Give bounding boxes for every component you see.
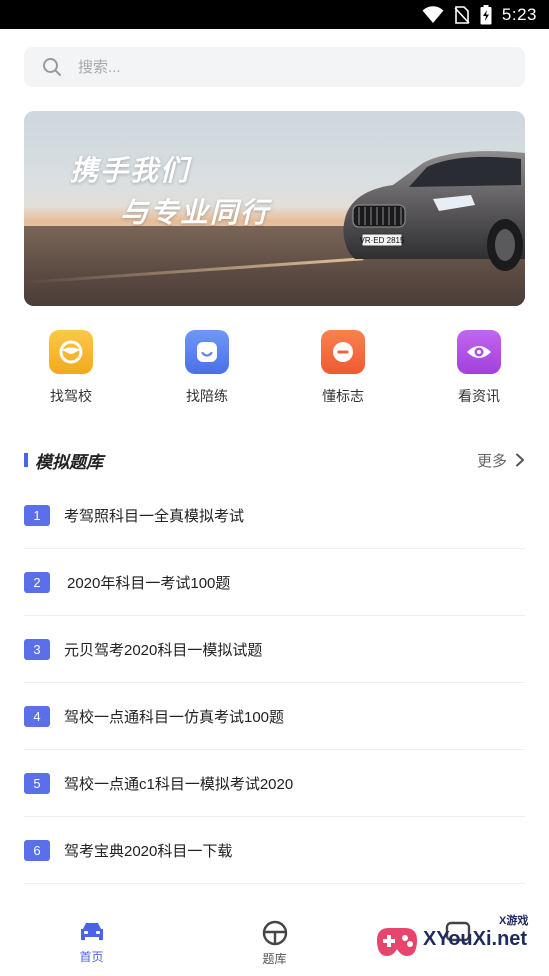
section-title: 模拟题库	[35, 452, 103, 472]
quick-traffic-signs[interactable]: 懂标志	[308, 330, 378, 406]
steering-wheel-icon	[49, 330, 93, 374]
rank-badge: 3	[24, 638, 50, 660]
tab-label: 题库	[262, 952, 287, 966]
quick-find-driving-school[interactable]: 找驾校	[36, 330, 106, 406]
banner-slogan-line2: 与专业同行	[120, 197, 271, 228]
tab-label: 首页	[79, 950, 104, 964]
site-watermark: X游戏 XYouXi.net	[371, 912, 541, 970]
watermark-small-text: X游戏	[499, 915, 529, 927]
steering-wheel-icon	[262, 920, 287, 946]
search-input[interactable]	[78, 58, 478, 76]
promo-banner[interactable]: 携手我们 与专业同行 VR·ED 2815	[24, 111, 525, 306]
rank-badge: 1	[24, 504, 50, 526]
battery-charging-icon	[480, 4, 492, 24]
section-accent-bar	[24, 453, 28, 467]
tab-home[interactable]: 首页	[0, 906, 183, 976]
more-button[interactable]: 更多	[477, 450, 525, 471]
list-item[interactable]: 5 驾校一点通c1科目一模拟考试2020	[24, 750, 525, 817]
list-item[interactable]: 4 驾校一点通科目一仿真考试100题	[24, 683, 525, 750]
list-item[interactable]: 2 2020年科目一考试100题	[24, 549, 525, 616]
rank-badge: 2	[24, 571, 50, 593]
status-bar: 5:23	[0, 0, 549, 29]
gamepad-logo-icon	[377, 928, 417, 956]
question-title: 驾校一点通科目一仿真考试100题	[64, 708, 285, 726]
question-title: 元贝驾考2020科目一模拟试题	[64, 641, 263, 659]
quick-label: 找陪练	[186, 388, 228, 404]
chevron-right-icon	[516, 453, 524, 467]
license-plate: VR·ED 2815	[360, 236, 405, 245]
clock-time: 5:23	[501, 4, 537, 24]
quick-label: 找驾校	[50, 388, 92, 404]
quick-news[interactable]: 看资讯	[444, 330, 514, 406]
quick-entry-grid: 找驾校 找陪练 懂标志 看资讯	[36, 330, 514, 406]
search-icon	[43, 58, 61, 76]
list-item[interactable]: 3 元贝驾考2020科目一模拟试题	[24, 616, 525, 683]
list-item[interactable]: 6 驾考宝典2020科目一下载	[24, 817, 525, 884]
smile-face-icon	[185, 330, 229, 374]
no-sim-icon	[454, 5, 470, 24]
banner-slogan-line1: 携手我们	[70, 155, 191, 186]
quick-find-coach[interactable]: 找陪练	[172, 330, 242, 406]
more-label: 更多	[476, 452, 507, 470]
list-item[interactable]: 1 考驾照科目一全真模拟考试	[24, 482, 525, 549]
quick-label: 看资讯	[458, 388, 500, 404]
no-entry-icon	[321, 330, 365, 374]
question-title: 驾考宝典2020科目一下载	[64, 842, 233, 860]
rank-badge: 4	[24, 705, 50, 727]
rank-badge: 6	[24, 839, 50, 861]
car-icon	[80, 923, 103, 940]
question-bank-header: 模拟题库 更多	[24, 448, 525, 472]
quick-label: 懂标志	[322, 388, 364, 404]
tab-question-bank[interactable]: 题库	[183, 906, 366, 976]
question-title: 2020年科目一考试100题	[67, 574, 231, 592]
search-bar[interactable]	[24, 47, 525, 87]
wifi-icon	[422, 5, 444, 23]
question-list: 1 考驾照科目一全真模拟考试 2 2020年科目一考试100题 3 元贝驾考20…	[24, 482, 525, 884]
watermark-text: XYouXi.net	[423, 928, 528, 950]
car-image: VR·ED 2815	[343, 151, 525, 271]
rank-badge: 5	[24, 772, 50, 794]
eye-icon	[457, 330, 501, 374]
question-title: 考驾照科目一全真模拟考试	[64, 507, 245, 525]
question-title: 驾校一点通c1科目一模拟考试2020	[64, 775, 294, 793]
